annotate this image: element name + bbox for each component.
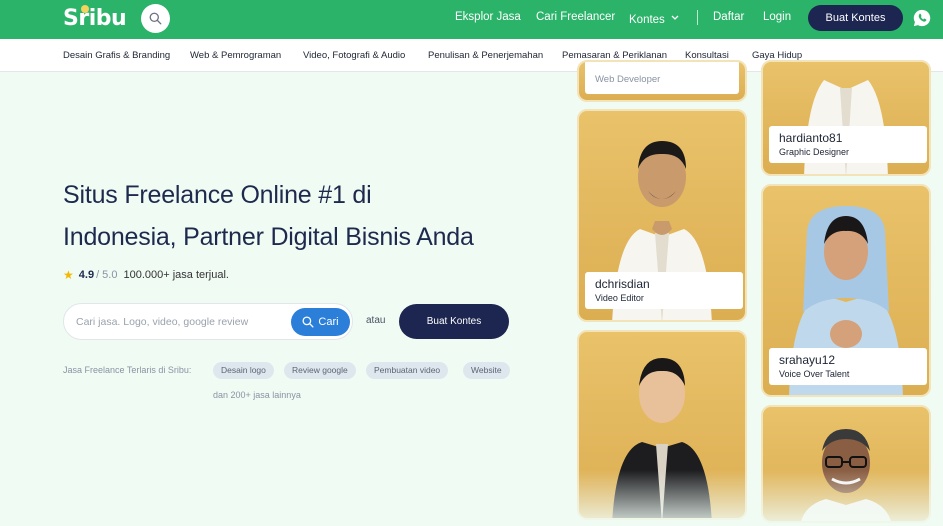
or-text: atau — [366, 315, 386, 326]
popular-services-label: Jasa Freelance Terlaris di Sribu: — [63, 365, 192, 375]
sribu-logo[interactable]: Sribu — [63, 5, 127, 32]
popular-tag-google-review[interactable]: Review google — [284, 362, 356, 379]
freelancer-card-srahayu12[interactable]: srahayu12 Voice Over Talent — [761, 184, 931, 397]
freelancer-card-third[interactable] — [577, 330, 747, 520]
star-icon: ★ — [63, 268, 74, 282]
freelancer-name: hardianto81 — [779, 131, 843, 145]
nav-register[interactable]: Daftar — [713, 0, 744, 39]
nav-login[interactable]: Login — [763, 0, 791, 39]
header-create-contest-button[interactable]: Buat Kontes — [808, 5, 903, 31]
hero-search-input[interactable] — [76, 312, 286, 332]
whatsapp-icon[interactable] — [912, 8, 932, 28]
hero-search-button-label: Cari — [318, 316, 339, 328]
freelancer-role: Voice Over Talent — [779, 369, 850, 379]
freelancer-card-web-developer[interactable]: Web Developer — [577, 60, 747, 102]
freelancer-label: Web Developer — [585, 62, 739, 94]
freelancer-label: dchrisdian Video Editor — [585, 272, 743, 309]
more-services-text: dan 200+ jasa lainnya — [213, 390, 301, 400]
rating-summary: ★ 4.9 / 5.0 100.000+ jasa terjual. — [63, 268, 229, 282]
sold-count: 100.000+ jasa terjual. — [123, 269, 229, 281]
hero-title-line-2: Indonesia, Partner Digital Bisnis Anda — [63, 223, 474, 251]
hero-search-button[interactable]: Cari — [291, 308, 350, 336]
nav-contest-label: Kontes — [629, 13, 665, 26]
hero-title-line-1: Situs Freelance Online #1 di — [63, 181, 372, 209]
nav-find-freelancer[interactable]: Cari Freelancer — [536, 0, 615, 39]
category-writing-translation[interactable]: Penulisan & Penerjemahan — [428, 39, 543, 72]
search-icon — [149, 12, 162, 25]
chevron-down-icon — [671, 15, 679, 20]
nav-divider — [697, 10, 698, 25]
freelancer-role: Web Developer — [595, 74, 661, 85]
popular-tag-logo-design[interactable]: Desain logo — [213, 362, 274, 379]
nav-contest-dropdown[interactable]: Kontes — [629, 0, 679, 39]
hero-search-box: Cari — [63, 303, 353, 340]
logo-moon-icon — [81, 5, 89, 13]
nav-explore-services[interactable]: Eksplor Jasa — [455, 0, 521, 39]
freelancer-name: dchrisdian — [595, 277, 650, 291]
rating-out-of: / 5.0 — [96, 269, 118, 281]
popular-tag-video-making[interactable]: Pembuatan video — [366, 362, 449, 379]
freelancer-name: srahayu12 — [779, 353, 836, 367]
search-icon — [302, 316, 314, 328]
top-navbar: Sribu Eksplor Jasa Cari Freelancer Konte… — [0, 0, 943, 39]
category-graphic-design[interactable]: Desain Grafis & Branding — [63, 39, 170, 72]
rating-score: 4.9 — [78, 269, 95, 281]
hero-create-contest-button[interactable]: Buat Kontes — [399, 304, 509, 339]
freelancer-card-dchrisdian[interactable]: dchrisdian Video Editor — [577, 109, 747, 322]
freelancer-role: Graphic Designer — [779, 147, 850, 157]
hero-title: Situs Freelance Online #1 di Indonesia, … — [63, 174, 543, 258]
freelancer-photo — [801, 429, 891, 521]
freelancer-role: Video Editor — [595, 293, 644, 303]
category-video-photo-audio[interactable]: Video, Fotografi & Audio — [303, 39, 405, 72]
popular-tag-website[interactable]: Website — [463, 362, 510, 379]
category-web-programming[interactable]: Web & Pemrograman — [190, 39, 281, 72]
logo-text: Sribu — [63, 6, 127, 31]
freelancer-photo — [612, 358, 712, 518]
freelancer-label: hardianto81 Graphic Designer — [769, 126, 927, 163]
header-search-button[interactable] — [141, 4, 170, 33]
freelancer-card-fourth[interactable] — [761, 405, 931, 523]
freelancer-card-hardianto81[interactable]: hardianto81 Graphic Designer — [761, 60, 931, 176]
freelancer-label: srahayu12 Voice Over Talent — [769, 348, 927, 385]
